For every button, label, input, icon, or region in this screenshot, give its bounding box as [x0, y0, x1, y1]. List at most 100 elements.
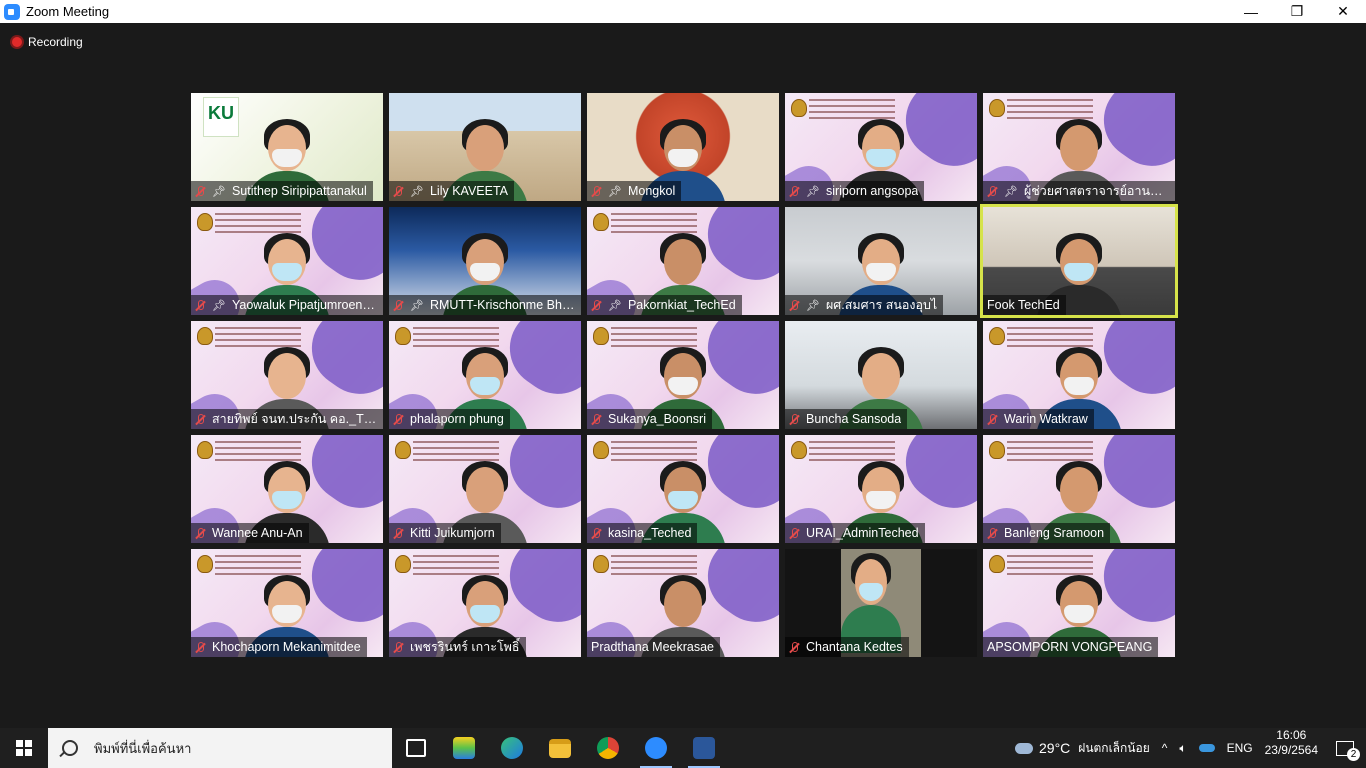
participant-name-bar: Wannee Anu-An [191, 523, 309, 543]
mic-muted-icon [789, 185, 800, 197]
file-explorer-icon [549, 738, 571, 758]
notification-button[interactable]: 2 [1324, 728, 1366, 768]
university-crest-icon [395, 555, 411, 573]
weather-widget[interactable]: 29°C ฝนตกเล็กน้อย [1009, 728, 1156, 768]
university-crest-icon [593, 327, 609, 345]
participant-name: Chantana Kedtes [806, 640, 903, 654]
participant-name-bar: 📌︎ ผศ.สมศาร สนองอุบไ [785, 295, 944, 315]
participant-tile[interactable]: phalaporn phung [389, 321, 581, 429]
language-indicator[interactable]: ENG [1221, 728, 1259, 768]
participant-tile[interactable]: 📌︎ Pakornkiat_TechEd [587, 207, 779, 315]
pin-icon: 📌︎ [212, 299, 226, 312]
taskbar: พิมพ์ที่นี่เพื่อค้นหา 29°C ฝนตกเล็กน้อย … [0, 728, 1366, 768]
pin-icon: 📌︎ [608, 185, 622, 198]
participant-tile[interactable]: Chantana Kedtes [785, 549, 977, 657]
chevron-up-icon[interactable]: ^ [1156, 728, 1174, 768]
mic-muted-icon [987, 527, 998, 539]
university-crest-icon [197, 441, 213, 459]
participant-tile[interactable]: KU 📌︎ Sutithep Siripipattanakul [191, 93, 383, 201]
taskbar-search[interactable]: พิมพ์ที่นี่เพื่อค้นหา [48, 728, 392, 768]
restore-button[interactable]: ❐ [1274, 0, 1320, 23]
clock[interactable]: 16:06 23/9/2564 [1259, 728, 1324, 768]
participant-name-bar: phalaporn phung [389, 409, 510, 429]
participant-name: Fook TechEd [987, 298, 1060, 312]
participant-tile[interactable]: Banleng Sramoon [983, 435, 1175, 543]
gallery-grid: KU 📌︎ Sutithep Siripipattanakul 📌︎ Lily KAVE… [191, 93, 1181, 663]
university-crest-icon [989, 441, 1005, 459]
onedrive-icon[interactable] [1193, 728, 1221, 768]
participant-tile[interactable]: Buncha Sansoda [785, 321, 977, 429]
participant-tile[interactable]: Pradthana Meekrasae [587, 549, 779, 657]
minimize-button[interactable]: — [1228, 0, 1274, 23]
participant-tile[interactable]: Wannee Anu-An [191, 435, 383, 543]
participant-tile[interactable]: เพชรรินทร์ เกาะโพธิ์ [389, 549, 581, 657]
file-explorer-button[interactable] [536, 728, 584, 768]
recording-indicator[interactable]: Recording [12, 35, 83, 49]
participant-name-bar: 📌︎ Yaowaluk Pipatjumroenk... [191, 295, 383, 315]
participant-name-bar: 📌︎ Lily KAVEETA [389, 181, 515, 201]
mic-muted-icon [393, 299, 404, 311]
clock-date: 23/9/2564 [1264, 743, 1318, 757]
participant-tile[interactable]: Fook TechEd [980, 204, 1178, 318]
participant-name: kasina_Teched [608, 526, 692, 540]
meeting-area: Recording KU 📌︎ Sutithep Siripipattanakul 📌… [0, 23, 1366, 728]
participant-name: Kitti Juikumjorn [410, 526, 495, 540]
university-crest-icon [197, 213, 213, 231]
participant-tile[interactable]: สายทิพย์ จนท.ประกัน คอ._TEC... [191, 321, 383, 429]
mic-muted-icon [591, 527, 602, 539]
participant-tile[interactable]: APSOMPORN VONGPEANG [983, 549, 1175, 657]
university-crest-icon [989, 99, 1005, 117]
mic-muted-icon [393, 413, 404, 425]
start-button[interactable] [0, 728, 48, 768]
edge-button[interactable] [488, 728, 536, 768]
participant-tile[interactable]: 📌︎ ผศ.สมศาร สนองอุบไ [785, 207, 977, 315]
participant-tile[interactable]: 📌︎ Lily KAVEETA [389, 93, 581, 201]
participant-tile[interactable]: 📌︎ Yaowaluk Pipatjumroenk... [191, 207, 383, 315]
mic-muted-icon [789, 299, 800, 311]
word-button[interactable] [680, 728, 728, 768]
participant-name-bar: Chantana Kedtes [785, 637, 909, 657]
close-button[interactable]: ✕ [1320, 0, 1366, 23]
mic-muted-icon [195, 185, 206, 197]
title-bar: Zoom Meeting — ❐ ✕ [0, 0, 1366, 23]
window-title: Zoom Meeting [26, 4, 110, 19]
participant-name: APSOMPORN VONGPEANG [987, 640, 1153, 654]
record-icon [12, 37, 22, 47]
bluestacks-icon [453, 737, 475, 759]
mic-muted-icon [591, 185, 602, 197]
notification-count: 2 [1347, 748, 1360, 761]
university-crest-icon [395, 441, 411, 459]
participant-name-bar: เพชรรินทร์ เกาะโพธิ์ [389, 637, 526, 657]
participant-name: Wannee Anu-An [212, 526, 303, 540]
participant-name: ผศ.สมศาร สนองอุบไ [825, 298, 938, 312]
pin-icon: 📌︎ [410, 299, 424, 312]
participant-name-bar: Warin Watkraw [983, 409, 1094, 429]
search-icon [62, 740, 78, 756]
bluestacks-button[interactable] [440, 728, 488, 768]
participant-name: RMUTT-Krischonme Bhumk... [429, 298, 577, 312]
mic-muted-icon [195, 413, 206, 425]
participant-tile[interactable]: Kitti Juikumjorn [389, 435, 581, 543]
speaker-icon[interactable]: 🔈︎ [1173, 728, 1192, 768]
participant-tile[interactable]: 📌︎ ผู้ช่วยศาสตราจารย์อานนท์ ... [983, 93, 1175, 201]
participant-tile[interactable]: URAI_AdminTeched [785, 435, 977, 543]
participant-tile[interactable]: Khochaporn Mekanimitdee [191, 549, 383, 657]
participant-tile[interactable]: 📌︎ siriporn angsopa [785, 93, 977, 201]
zoom-icon [645, 737, 667, 759]
participant-tile[interactable]: 📌︎ Mongkol [587, 93, 779, 201]
zoom-button[interactable] [632, 728, 680, 768]
participant-tile[interactable]: Sukanya_Boonsri [587, 321, 779, 429]
participant-name: เพชรรินทร์ เกาะโพธิ์ [410, 640, 520, 654]
university-crest-icon [395, 327, 411, 345]
participant-name-bar: kasina_Teched [587, 523, 698, 543]
task-view-button[interactable] [392, 728, 440, 768]
participant-tile[interactable]: kasina_Teched [587, 435, 779, 543]
participant-tile[interactable]: Warin Watkraw [983, 321, 1175, 429]
mic-muted-icon [789, 413, 800, 425]
mic-muted-icon [591, 413, 602, 425]
pin-icon: 📌︎ [212, 185, 226, 198]
participant-name-bar: 📌︎ Sutithep Siripipattanakul [191, 181, 373, 201]
mic-muted-icon [591, 299, 602, 311]
chrome-button[interactable] [584, 728, 632, 768]
participant-tile[interactable]: 📌︎ RMUTT-Krischonme Bhumk... [389, 207, 581, 315]
